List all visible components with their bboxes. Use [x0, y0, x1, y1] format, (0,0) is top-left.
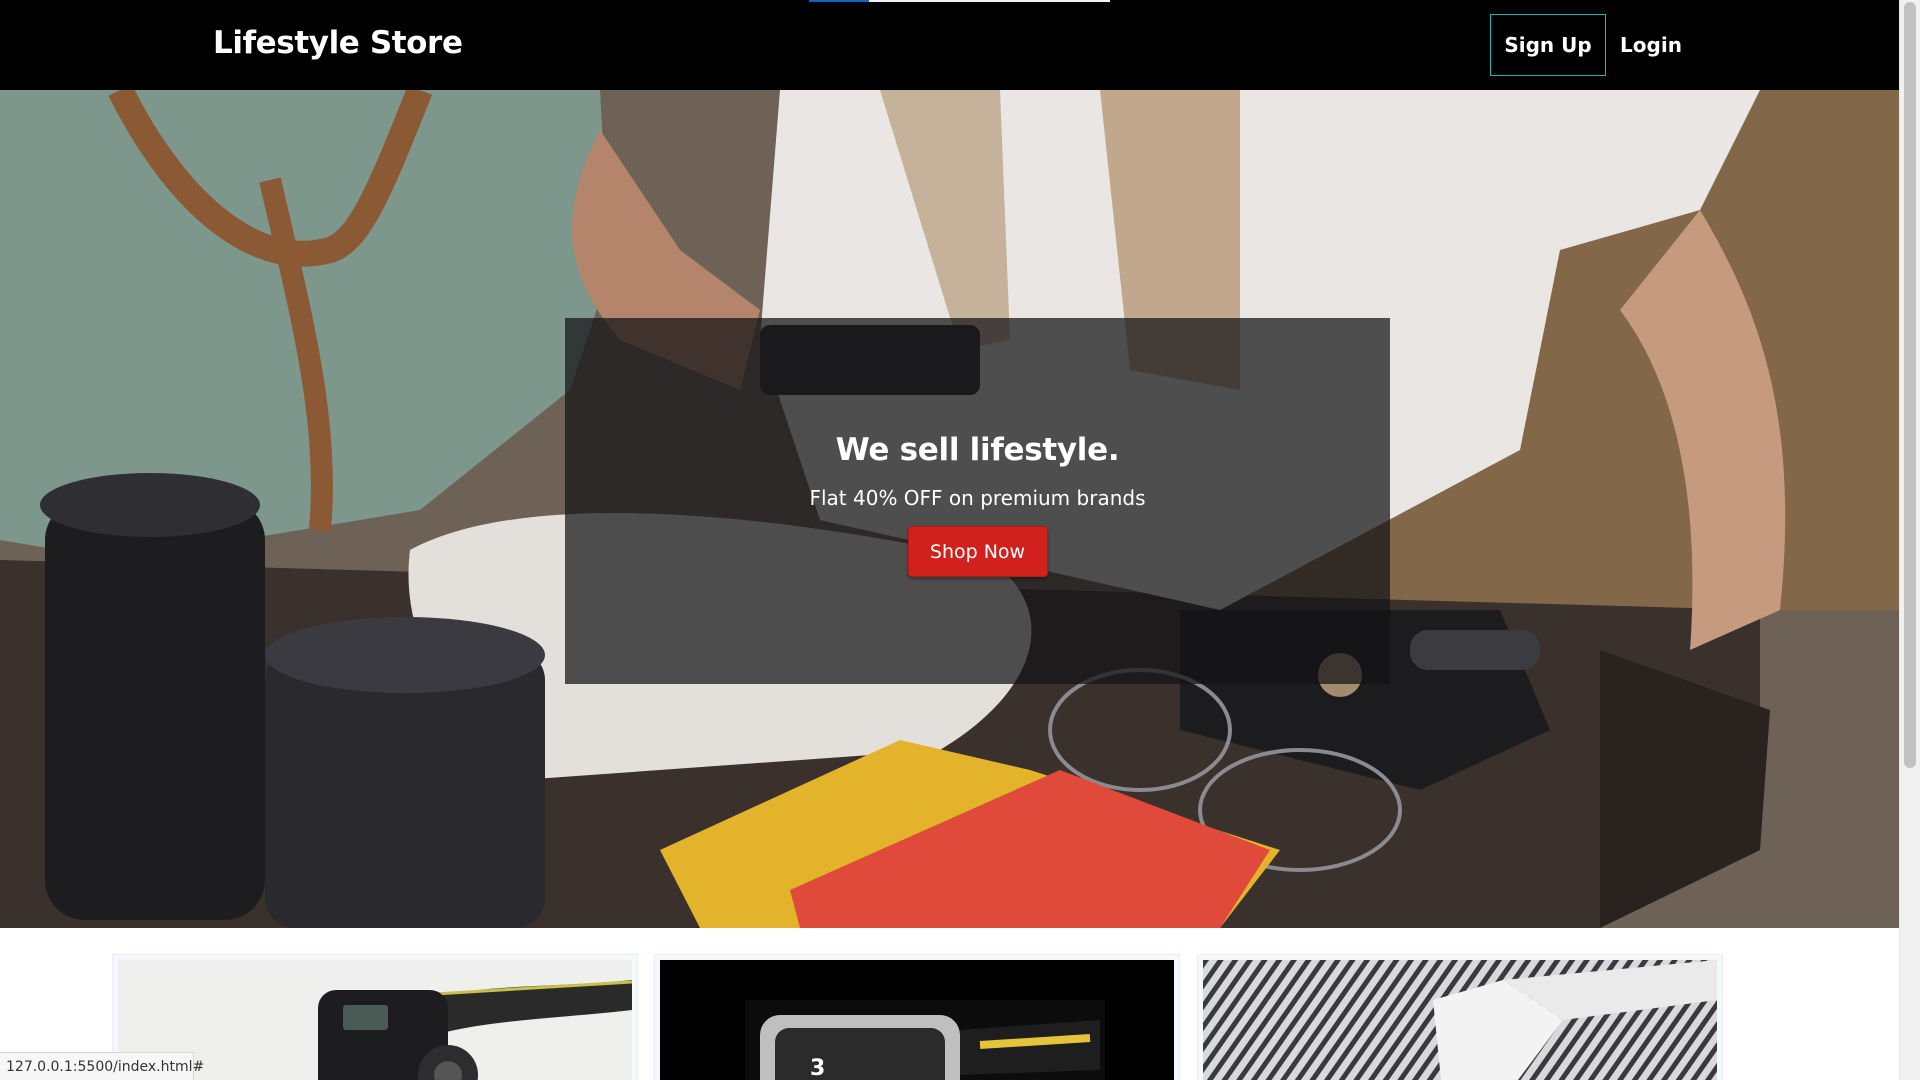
hero-overlay: We sell lifestyle. Flat 40% OFF on premi… — [565, 318, 1390, 684]
hero-subtitle: Flat 40% OFF on premium brands — [809, 486, 1146, 510]
product-cards: 3 — [0, 954, 1899, 1080]
page: Lifestyle Store Sign Up Login We sell li… — [0, 0, 1920, 1080]
shirt-image — [1203, 960, 1717, 1080]
page-load-indicator — [809, 0, 1110, 2]
navbar: Lifestyle Store Sign Up Login — [0, 0, 1899, 90]
product-card-shirt[interactable] — [1197, 954, 1723, 1080]
login-button[interactable]: Login — [1612, 14, 1690, 76]
shop-now-button[interactable]: Shop Now — [907, 526, 1048, 577]
signup-button[interactable]: Sign Up — [1490, 14, 1606, 76]
brand-logo[interactable]: Lifestyle Store — [213, 25, 463, 61]
product-card-watch[interactable]: 3 — [654, 954, 1180, 1080]
browser-status-url: 127.0.0.1:5500/index.html# — [0, 1052, 204, 1080]
hero-banner: We sell lifestyle. Flat 40% OFF on premi… — [0, 90, 1899, 928]
hero-title: We sell lifestyle. — [835, 432, 1120, 468]
watch-image: 3 — [660, 960, 1174, 1080]
svg-text:3: 3 — [810, 1056, 825, 1080]
vertical-scrollbar[interactable] — [1899, 0, 1920, 1080]
scrollbar-thumb[interactable] — [1904, 2, 1916, 768]
